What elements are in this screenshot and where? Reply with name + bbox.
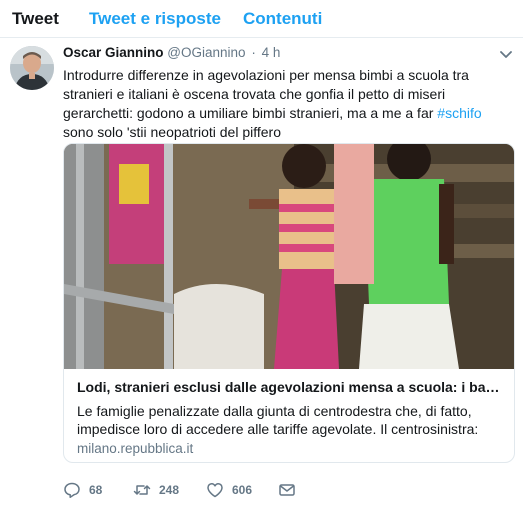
message-icon	[279, 484, 295, 496]
retweet-icon	[133, 485, 151, 495]
like-button[interactable]: 606	[206, 481, 252, 499]
retweet-count: 248	[159, 483, 180, 497]
tweet-timestamp[interactable]: 4 h	[262, 45, 281, 60]
card-domain: milano.repubblica.it	[77, 441, 194, 456]
card-title[interactable]: Lodi, stranieri esclusi dalle agevolazio…	[77, 379, 505, 395]
tweet-header: Oscar Giannino @OGiannino · 4 h	[63, 45, 280, 60]
reply-icon	[64, 482, 80, 498]
avatar[interactable]	[10, 46, 54, 90]
like-count: 606	[232, 483, 253, 497]
link-card[interactable]: Lodi, stranieri esclusi dalle agevolazio…	[63, 143, 515, 463]
author-handle[interactable]: @OGiannino	[167, 45, 245, 60]
card-image	[64, 144, 514, 369]
avatar-image	[10, 46, 54, 90]
direct-message-button[interactable]	[278, 481, 296, 499]
retweet-button[interactable]: 248	[133, 481, 179, 499]
tweet-actions: 68 248 606	[63, 481, 503, 501]
card-description: Le famiglie penalizzate dalla giunta di …	[77, 403, 479, 437]
like-icon	[207, 483, 223, 498]
tweet-text: Introdurre differenze in agevolazioni pe…	[63, 66, 515, 142]
profile-tabs: Tweet Tweet e risposte Contenuti	[0, 0, 523, 38]
separator: ·	[251, 45, 256, 60]
hashtag-link[interactable]: #schifo	[437, 105, 481, 121]
tab-contenuti[interactable]: Contenuti	[243, 9, 322, 29]
chevron-down-icon[interactable]	[499, 47, 513, 61]
reply-count: 68	[89, 483, 103, 497]
tweet-text-part: Introdurre differenze in agevolazioni pe…	[63, 67, 469, 121]
tab-tweet[interactable]: Tweet	[12, 9, 59, 29]
author-name[interactable]: Oscar Giannino	[63, 45, 164, 60]
tweet[interactable]: Oscar Giannino @OGiannino · 4 h Introdur…	[0, 38, 523, 511]
tweet-text-part: sono solo 'stii neopatrioti del piffero	[63, 124, 281, 140]
reply-button[interactable]: 68	[63, 481, 102, 499]
tab-tweet-e-risposte[interactable]: Tweet e risposte	[89, 9, 221, 29]
